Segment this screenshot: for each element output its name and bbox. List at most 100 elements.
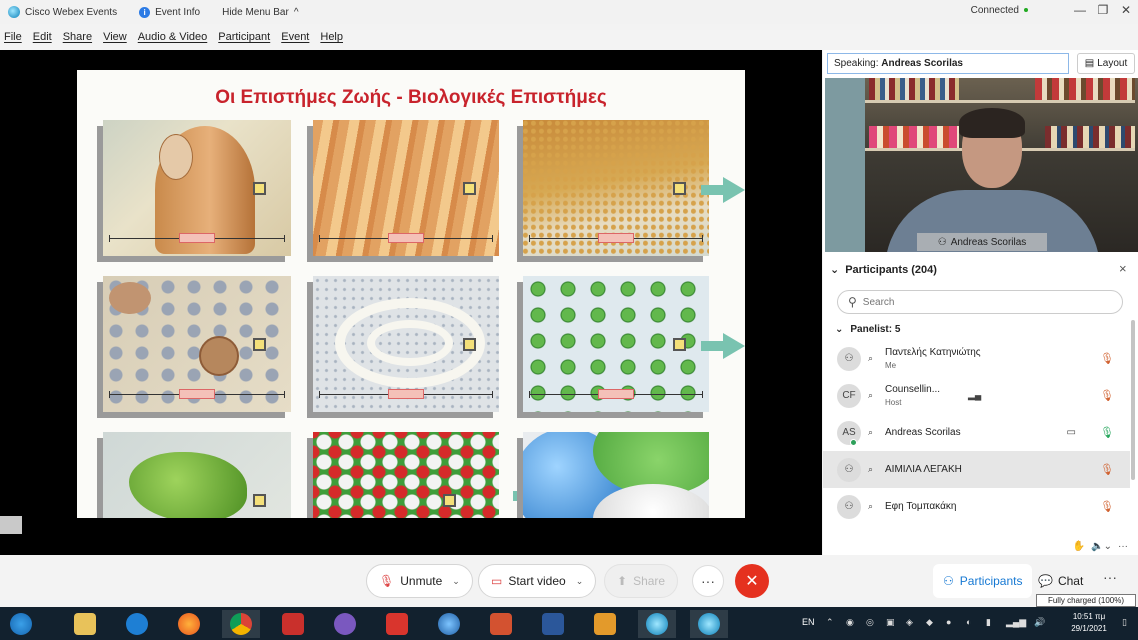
participants-button[interactable]: ⚇ Participants	[933, 564, 1033, 598]
close-participants-icon[interactable]: ×	[1119, 261, 1127, 276]
webex-icon	[646, 613, 668, 635]
stage-scroll-handle[interactable]	[0, 516, 22, 534]
menu-share[interactable]: Share	[63, 31, 92, 43]
mic-muted-icon[interactable]: 🎙	[1100, 500, 1114, 513]
more-button[interactable]: ···	[692, 565, 724, 597]
scale-bar	[319, 389, 493, 399]
chevron-down-icon[interactable]: ⌄	[452, 576, 460, 587]
panelist-group-header[interactable]: ⌄ Panelist: 5	[835, 324, 900, 335]
tray-chevron-icon[interactable]: ⌃	[826, 617, 834, 628]
taskbar-app[interactable]	[690, 610, 728, 638]
layout-button[interactable]: ▤ Layout	[1077, 53, 1135, 74]
taskbar-app[interactable]	[586, 610, 624, 638]
app-title: Cisco Webex Events	[8, 6, 117, 18]
system-clock[interactable]: 10:51 πμ 29/1/2021	[1067, 611, 1111, 635]
zoom-arrow	[701, 177, 745, 203]
menu-help[interactable]: Help	[320, 31, 343, 43]
participant-list-scrollbar[interactable]	[1131, 320, 1135, 480]
word-icon	[542, 613, 564, 635]
search-input[interactable]	[862, 296, 1103, 308]
participants-header[interactable]: ⌄ Participants (204)	[830, 263, 937, 277]
avatar-initials: AS	[842, 427, 856, 438]
taskbar-app[interactable]	[118, 610, 156, 638]
media-player-icon	[282, 613, 304, 635]
taskbar-app[interactable]	[66, 610, 104, 638]
event-info-label: Event Info	[155, 6, 201, 18]
share-label: Share	[633, 574, 666, 588]
scale-label-box	[179, 233, 215, 243]
taskbar-app[interactable]	[638, 610, 676, 638]
participant-search[interactable]: ⚲	[837, 290, 1123, 314]
minimize-icon[interactable]: —	[1071, 3, 1089, 17]
taskbar-app[interactable]	[222, 610, 260, 638]
mic-muted-icon[interactable]: 🎙	[1100, 463, 1114, 476]
taskbar-app[interactable]	[378, 610, 416, 638]
tray-app-icon[interactable]: ◉	[846, 617, 854, 628]
taskbar-app[interactable]	[534, 610, 572, 638]
zoom-square	[253, 182, 266, 195]
menu-audio-video[interactable]: Audio & Video	[138, 31, 208, 43]
taskbar-app[interactable]	[274, 610, 312, 638]
menu-file[interactable]: File	[4, 31, 22, 43]
tray-app-icon[interactable]: ◆	[926, 617, 933, 628]
illustration-protein	[103, 432, 291, 518]
network-icon[interactable]: ▂▄▆	[1006, 617, 1026, 628]
menu-view[interactable]: View	[103, 31, 127, 43]
panelist-count: Panelist: 5	[850, 324, 901, 335]
language-indicator[interactable]: EN	[802, 617, 815, 627]
info-icon: i	[139, 6, 151, 18]
speaking-name: Andreas Scorilas	[881, 58, 963, 69]
notifications-icon[interactable]: ▯	[1122, 617, 1127, 628]
menu-participant[interactable]: Participant	[218, 31, 270, 43]
more-options-icon[interactable]: ···	[1118, 541, 1128, 552]
tray-app-icon[interactable]: ▣	[886, 617, 895, 628]
mute-all-icon[interactable]: 🔈⌄	[1091, 541, 1112, 552]
participant-row[interactable]: ⚇ ⌕ Εφη Τομπακάκη 🎙	[823, 488, 1130, 525]
taskbar-app[interactable]	[170, 610, 208, 638]
viber-icon	[334, 613, 356, 635]
hide-menu-bar-button[interactable]: Hide Menu Bar ^	[222, 7, 298, 18]
panel-more-icon[interactable]: ···	[1103, 569, 1117, 585]
unmute-button[interactable]: 🎙 Unmute ⌄	[366, 564, 473, 598]
chevron-down-icon[interactable]: ⌄	[576, 576, 584, 587]
person-hair-shape	[959, 108, 1025, 138]
user-icon: ⚇	[937, 236, 947, 248]
tray-app-icon[interactable]: ●	[946, 617, 951, 627]
taskbar-app[interactable]	[430, 610, 468, 638]
illustration-cells	[103, 276, 291, 412]
share-button[interactable]: ⬆ Share	[604, 564, 679, 598]
books-shape	[869, 126, 959, 148]
avatar: ⚇	[837, 346, 861, 371]
chat-button[interactable]: 💬 Chat	[1038, 564, 1083, 598]
volume-icon[interactable]: 🔊	[1034, 617, 1045, 628]
leave-button[interactable]: ✕	[735, 564, 769, 598]
raise-hand-icon[interactable]: ✋	[1073, 541, 1085, 552]
start-video-button[interactable]: ▭ Start video ⌄	[478, 564, 597, 598]
close-window-icon[interactable]: ✕	[1117, 3, 1135, 17]
meeting-controls: 🎙 Unmute ⌄ ▭ Start video ⌄ ⬆ Share ··· ✕…	[0, 555, 1138, 607]
speaker-video: ⚇ Andreas Scorilas	[825, 78, 1138, 252]
tray-app-icon[interactable]: ◐	[966, 617, 971, 627]
menu-edit[interactable]: Edit	[33, 31, 52, 43]
powerpoint-icon	[490, 613, 512, 635]
menu-event[interactable]: Event	[281, 31, 309, 43]
tray-app-icon[interactable]: ◎	[866, 617, 874, 628]
scale-bar	[529, 233, 703, 243]
camera-icon[interactable]: ▭	[1067, 427, 1076, 438]
participant-row[interactable]: AS ⌕ Andreas Scorilas ▭ 🎙	[823, 414, 1130, 451]
taskbar-app[interactable]	[326, 610, 364, 638]
scale-bar	[529, 389, 703, 399]
restore-icon[interactable]: ❐	[1094, 3, 1112, 17]
mic-active-icon[interactable]: 🎙	[1100, 426, 1114, 439]
taskbar-app[interactable]	[482, 610, 520, 638]
app-name: Cisco Webex Events	[25, 6, 118, 18]
mic-muted-icon[interactable]: 🎙	[1100, 352, 1114, 365]
event-info-button[interactable]: i Event Info	[139, 6, 201, 18]
tray-app-icon[interactable]: ◈	[906, 617, 913, 628]
participant-row[interactable]: CF ⌕ Counsellin... Host ▂▄ 🎙	[823, 377, 1130, 414]
mic-muted-icon[interactable]: 🎙	[1100, 389, 1114, 402]
participant-row[interactable]: ⚇ ⌕ Παντελής Κατηνιώτης Me 🎙	[823, 340, 1130, 377]
participant-row[interactable]: ⚇ ⌕ ΑΙΜΙΛΙΑ ΛΕΓΑΚΗ 🎙	[823, 451, 1130, 488]
start-button[interactable]	[2, 610, 40, 638]
battery-icon[interactable]: ▮	[986, 617, 991, 628]
